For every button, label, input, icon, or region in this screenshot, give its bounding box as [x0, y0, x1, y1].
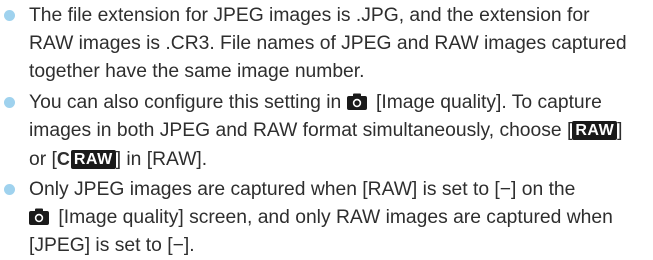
notes-list: The file extension for JPEG images is .J… — [0, 0, 653, 256]
note-text-segment: You can also configure this setting in — [29, 92, 347, 113]
bullet-icon — [4, 10, 15, 21]
note-line: RAW images is .CR3. File names of JPEG a… — [29, 33, 627, 54]
note-text-segment: [Image quality] screen, and only RAW ima… — [53, 207, 613, 228]
note-line: images in both JPEG and RAW format simul… — [29, 117, 653, 145]
bullet-icon — [4, 97, 15, 108]
note-line: Only JPEG images are captured when [RAW]… — [29, 179, 576, 200]
note-text-segment: ] in [RAW]. — [115, 149, 208, 170]
note-text-segment: ] — [617, 120, 623, 141]
bullet-icon — [4, 184, 15, 195]
note-text: You can also configure this setting in [… — [29, 89, 653, 173]
camera-shooting-icon — [346, 93, 367, 110]
note-line: together have the same image number. — [29, 61, 365, 82]
craw-badge: RAW — [70, 150, 116, 169]
note-text-segment: [Image quality]. To capture — [370, 92, 602, 113]
note-text: The file extension for JPEG images is .J… — [29, 2, 653, 86]
craw-c-mark: C — [56, 149, 70, 169]
note-text-segment: or [ — [29, 149, 57, 170]
raw-badge: RAW — [572, 121, 618, 140]
note-line: You can also configure this setting in [… — [29, 89, 653, 117]
note-text-segment: images in both JPEG and RAW format simul… — [29, 120, 573, 141]
note-line: [Image quality] screen, and only RAW ima… — [29, 204, 653, 232]
camera-shooting-icon — [29, 208, 49, 225]
note-text: Only JPEG images are captured when [RAW]… — [29, 176, 653, 260]
note-line: or [C RAW] in [RAW]. — [29, 145, 653, 173]
note-line: The file extension for JPEG images is .J… — [29, 5, 590, 26]
